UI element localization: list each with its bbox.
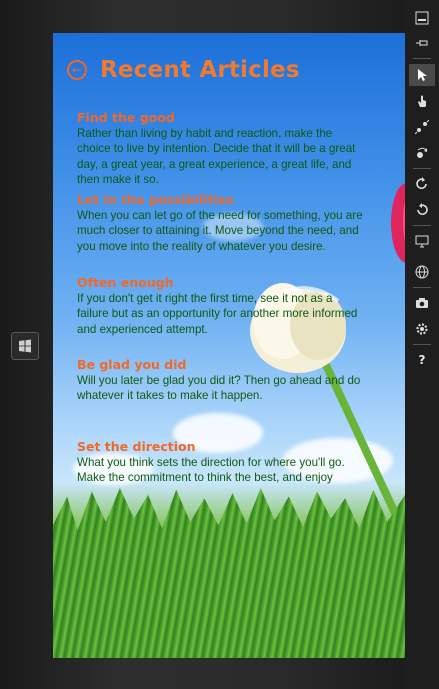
pinch-icon	[415, 120, 429, 134]
app-screen: ← Recent Articles Find the good Rather t…	[53, 33, 405, 658]
page-header: ← Recent Articles	[67, 57, 300, 83]
toolbar-divider	[413, 287, 431, 288]
toolbar-divider	[413, 168, 431, 169]
article-body: Rather than living by habit and reaction…	[77, 127, 356, 186]
pinch-zoom-button[interactable]	[409, 116, 435, 138]
rotate-clockwise-icon	[416, 177, 427, 190]
rotate-counterclockwise-icon	[417, 203, 428, 216]
copy-screenshot-button[interactable]	[409, 292, 435, 314]
rotate-clockwise-button[interactable]	[409, 173, 435, 195]
article-title: Find the good	[77, 110, 175, 125]
list-item[interactable]: Set the direction What you think sets th…	[77, 439, 367, 484]
list-item[interactable]: Let in the possibilities When you can le…	[77, 192, 367, 254]
touch-icon	[418, 95, 426, 107]
list-item[interactable]: Be glad you did Will you later be glad y…	[77, 357, 367, 404]
article-title: Be glad you did	[77, 357, 187, 372]
article-title: Set the direction	[77, 439, 196, 454]
set-location-button[interactable]	[409, 261, 435, 283]
windows-logo-icon	[19, 339, 31, 353]
rotate-counterclockwise-button[interactable]	[409, 199, 435, 221]
network-properties-button[interactable]	[409, 318, 435, 340]
pointer-icon	[418, 69, 427, 81]
page-title: Recent Articles	[100, 57, 300, 83]
resolution-icon	[415, 235, 429, 247]
touch-mode-button[interactable]	[409, 90, 435, 112]
article-body: What you think sets the direction for wh…	[77, 456, 345, 484]
toolbar-divider	[413, 225, 431, 226]
toolbar-divider	[413, 344, 431, 345]
pin-button[interactable]	[409, 32, 435, 54]
location-icon	[415, 265, 429, 279]
article-title: Let in the possibilities	[77, 192, 234, 207]
pin-icon	[416, 40, 428, 46]
change-resolution-button[interactable]	[409, 230, 435, 252]
grass-background	[53, 488, 405, 658]
list-item[interactable]: Often enough If you don't get it right t…	[77, 275, 367, 337]
red-tulip-image	[391, 183, 405, 263]
rotation-touch-button[interactable]	[409, 142, 435, 164]
list-item[interactable]: Find the good Rather than living by habi…	[77, 110, 367, 187]
settings-icon	[416, 323, 428, 335]
article-body: If you don't get it right the first time…	[77, 292, 358, 336]
help-button[interactable]: ?	[409, 349, 435, 371]
minimize-icon	[415, 11, 429, 25]
article-body: Will you later be glad you did it? Then …	[77, 374, 361, 403]
windows-home-button[interactable]	[11, 332, 39, 360]
back-button[interactable]: ←	[67, 60, 87, 80]
back-arrow-icon: ←	[71, 63, 83, 77]
toolbar-divider	[413, 58, 431, 59]
article-title: Often enough	[77, 275, 174, 290]
pointer-mode-button[interactable]	[409, 64, 435, 86]
articles-list[interactable]: Find the good Rather than living by habi…	[77, 109, 367, 484]
article-body: When you can let go of the need for some…	[77, 209, 363, 253]
minimize-button[interactable]	[409, 7, 435, 29]
rotate-gesture-icon	[417, 147, 428, 158]
screenshot-icon	[416, 298, 428, 308]
help-icon: ?	[418, 353, 426, 367]
emulator-toolbar: ?	[405, 0, 439, 689]
